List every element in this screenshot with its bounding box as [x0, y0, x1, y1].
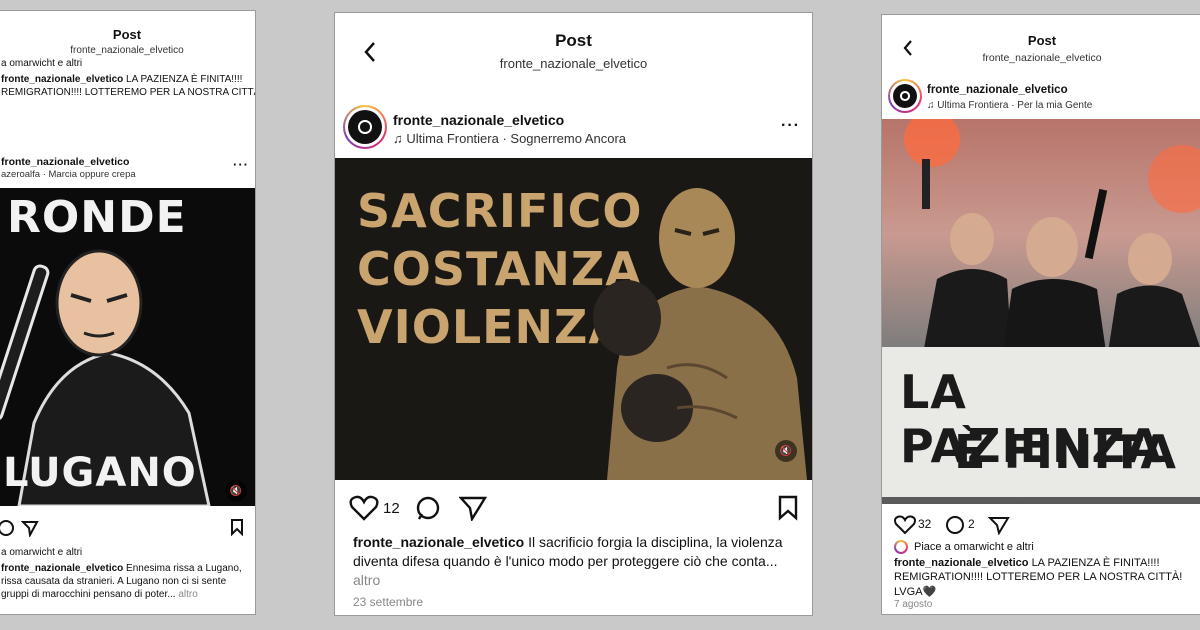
post-screen-right: Post fronte_nazionale_elvetico fronte_na…	[881, 14, 1200, 615]
post-date: 7 agosto	[894, 599, 933, 610]
page-title: Post	[112, 27, 142, 42]
avatar[interactable]	[343, 105, 387, 149]
music-note-icon: ♫	[927, 100, 938, 111]
post-caption: fronte_nazionale_elvetico Il sacrificio …	[353, 533, 798, 590]
post-header: Post fronte_nazionale_elvetico	[335, 31, 812, 71]
poster-title: RONDE	[7, 192, 187, 243]
post-caption: fronte_nazionale_elvetico LA PAZIENZA È …	[894, 556, 1200, 599]
post-header: Post fronte_nazionale_elvetico	[882, 33, 1200, 64]
page-subtitle: fronte_nazionale_elvetico	[982, 52, 1102, 64]
caption-line-2: REMIGRATION!!!! LOTTEREMO PER LA NOSTRA …	[894, 571, 1183, 584]
like-heart-icon[interactable]	[894, 515, 916, 535]
caption-username[interactable]: fronte_nazionale_elvetico	[894, 557, 1029, 569]
post-date: 23 settembre	[353, 595, 424, 609]
caption-username[interactable]: fronte_nazionale_elvetico	[353, 534, 524, 550]
share-icon[interactable]	[21, 519, 39, 537]
more-options-icon[interactable]: ···	[781, 117, 800, 135]
mute-icon[interactable]: 🔇	[225, 480, 247, 502]
post-screen-left: Post fronte_nazionale_elvetico a omarwic…	[0, 10, 256, 615]
caption-line-2: rissa causata da stranieri. A Lugano non…	[1, 576, 227, 587]
liked-by[interactable]: Piace a omarwicht e altri	[914, 540, 1034, 554]
caption-username[interactable]: fronte_nazionale_elvetico	[1, 563, 123, 574]
liked-by[interactable]: a omarwicht e altri	[1, 546, 82, 559]
prev-caption: fronte_nazionale_elvetico LA PAZIENZA È …	[1, 73, 256, 99]
poster-subtitle: LUGANO	[3, 450, 197, 496]
post-header: Post fronte_nazionale_elvetico	[0, 27, 255, 56]
avatar[interactable]	[888, 79, 922, 113]
music-label[interactable]: azeroalfa · Marcia oppure crepa	[1, 169, 136, 181]
post-username[interactable]: fronte_nazionale_elvetico	[1, 156, 129, 170]
like-heart-icon[interactable]	[349, 495, 379, 521]
page-subtitle: fronte_nazionale_elvetico	[499, 56, 648, 71]
like-count[interactable]: 12	[383, 499, 400, 519]
post-image[interactable]: LA PAZIENZA È FINITA	[882, 119, 1200, 504]
caption-line-1: LA PAZIENZA È FINITA!!!!	[1031, 557, 1160, 569]
music-label[interactable]: ♫ Ultima Frontiera · Per la mia Gente	[927, 99, 1092, 112]
post-screen-middle: Post fronte_nazionale_elvetico fronte_na…	[334, 12, 813, 616]
page-title: Post	[1027, 33, 1057, 48]
post-caption: fronte_nazionale_elvetico Ennesima rissa…	[1, 562, 251, 601]
comment-icon[interactable]	[0, 519, 15, 537]
liked-by-prev: a omarwicht e altri	[1, 58, 83, 69]
post-image[interactable]: RONDE LUGANO 🔇	[0, 188, 255, 506]
post-username[interactable]: fronte_nazionale_elvetico	[927, 83, 1068, 98]
mute-icon[interactable]: 🔇	[775, 440, 797, 462]
more-link[interactable]: altro	[178, 589, 197, 600]
liker-avatar	[894, 540, 908, 554]
music-label[interactable]: ♫ Ultima Frontiera · Sognerremo Ancora	[393, 131, 626, 148]
post-image[interactable]: SACRIFICO COSTANZA VIOLENZA 🔇	[335, 158, 812, 480]
more-options-icon[interactable]: ···	[233, 157, 249, 172]
illustration-crowd-with-flares	[904, 119, 1200, 359]
protest-banner: LA PAZIENZA È FINITA	[882, 347, 1200, 497]
bookmark-icon[interactable]	[229, 518, 245, 536]
like-count[interactable]: 32	[918, 517, 931, 533]
caption-username[interactable]: fronte_nazionale_elvetico	[1, 74, 123, 85]
more-link[interactable]: altro	[353, 572, 380, 588]
share-icon[interactable]	[459, 495, 487, 521]
banner-line-2: È FINITA	[954, 425, 1177, 479]
caption-text: LA PAZIENZA È FINITA!!!!	[126, 74, 243, 85]
caption-line-3: LVGA🖤	[894, 585, 937, 598]
music-text: Ultima Frontiera · Sognerremo Ancora	[406, 131, 627, 146]
comment-icon[interactable]	[415, 495, 441, 521]
caption-line-3: gruppi di marocchini pensano di poter...	[1, 589, 176, 600]
page-subtitle: fronte_nazionale_elvetico	[70, 45, 184, 56]
illustration-boxer	[593, 188, 807, 480]
caption-text-2: REMIGRATION!!!! LOTTEREMO PER LA NOSTRA …	[1, 87, 256, 98]
music-text: Ultima Frontiera · Per la mia Gente	[937, 100, 1093, 111]
share-icon[interactable]	[988, 515, 1010, 535]
page-title: Post	[555, 31, 592, 50]
comment-count[interactable]: 2	[968, 517, 975, 533]
comment-icon[interactable]	[945, 515, 965, 535]
bookmark-icon[interactable]	[777, 495, 799, 521]
caption-line-1: Ennesima rissa a Lugano,	[126, 563, 242, 574]
music-note-icon: ♫	[393, 131, 407, 146]
post-username[interactable]: fronte_nazionale_elvetico	[393, 111, 564, 129]
